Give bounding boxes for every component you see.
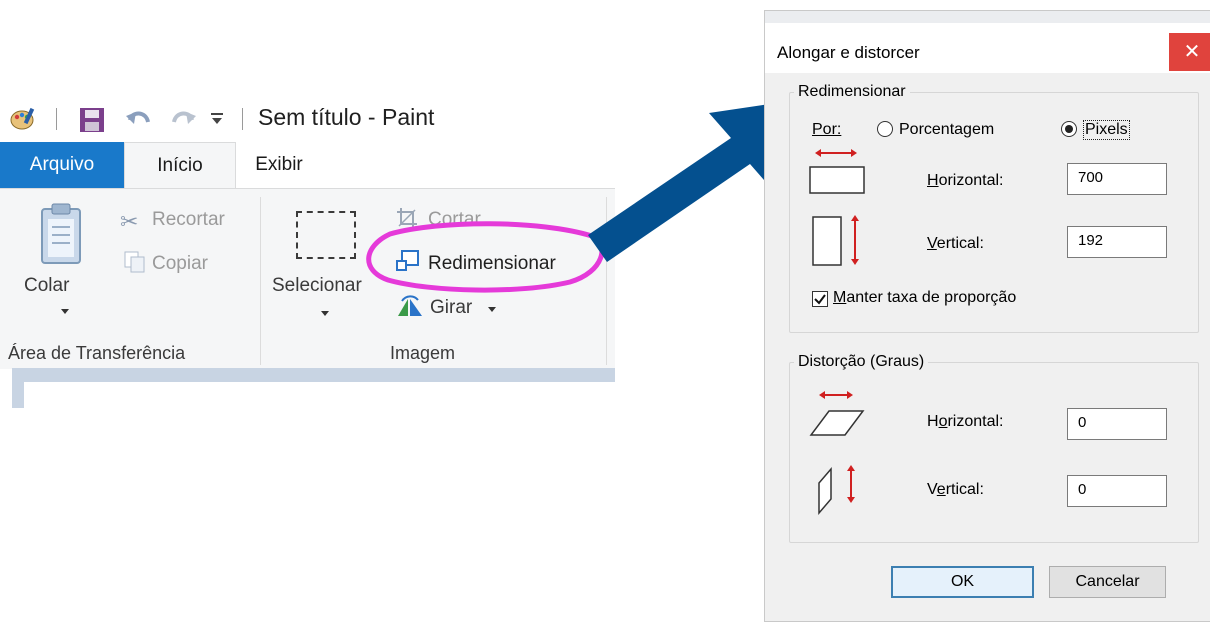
skew-horizontal-input[interactable]: 0 [1067,408,1167,440]
paste-button[interactable] [40,203,82,270]
highlight-ellipse [366,221,605,293]
close-icon: ✕ [1183,41,1201,63]
cancel-button[interactable]: Cancelar [1049,566,1166,598]
keep-aspect-ratio-checkbox[interactable] [812,291,828,307]
quick-access-toolbar: Sem título - Paint [0,100,610,140]
close-button[interactable]: ✕ [1169,33,1210,71]
select-rectangle-icon[interactable] [296,211,356,259]
skew-group-label: Distorção (Graus) [798,353,925,370]
keep-aspect-ratio-label[interactable]: Manter taxa de proporção [833,289,1016,307]
select-button[interactable]: Selecionar [272,275,362,297]
resize-horizontal-input[interactable]: 700 [1067,163,1167,195]
dialog-titlebar: Alongar e distorcer ✕ [765,23,1210,73]
copy-button[interactable]: Copiar [152,253,208,275]
resize-vertical-input[interactable]: 192 [1067,226,1167,258]
resize-horizontal-label: Horizontal: [927,172,1004,189]
tab-home[interactable]: Início [124,142,236,188]
rotate-dropdown-icon[interactable] [488,307,496,312]
customize-qat-icon[interactable] [210,110,224,133]
resize-vertical-icon [812,215,859,266]
paint-palette-icon[interactable] [10,106,36,137]
canvas-area [12,368,615,382]
select-dropdown-icon[interactable] [321,311,329,316]
skew-vertical-label: Vertical: [927,481,984,498]
undo-icon[interactable] [124,106,154,139]
scissors-icon: ✂ [120,209,139,234]
radio-pixels-label[interactable]: Pixels [1083,120,1130,140]
save-icon[interactable] [78,106,106,139]
clipboard-icon [40,203,82,269]
rotate-button[interactable]: Girar [430,297,472,319]
clipboard-group-label: Área de Transferência [8,343,186,363]
rotate-icon [396,295,426,322]
tab-view[interactable]: Exibir [236,142,322,188]
resize-group-label: Redimensionar [798,83,906,100]
dialog-title: Alongar e distorcer [777,43,920,62]
copy-icon [124,251,146,278]
paste-dropdown-icon[interactable] [61,309,69,314]
skew-horizontal-icon [809,391,865,436]
by-label: Por: [812,121,842,138]
skew-vertical-icon [818,465,855,516]
resize-horizontal-icon [809,149,865,194]
cut-button[interactable]: Recortar [152,209,225,231]
paste-label[interactable]: Colar [24,275,69,297]
ok-button[interactable]: OK [891,566,1034,598]
radio-pixels-control[interactable] [1061,121,1077,137]
checkmark-icon [814,294,826,305]
resize-vertical-label: Vertical: [927,235,984,252]
image-group-label: Imagem [390,343,456,363]
window-title: Sem título - Paint [258,104,435,130]
skew-horizontal-label: Horizontal: [927,413,1004,430]
redo-icon[interactable] [168,106,198,139]
ribbon-tabs: Arquivo Início Exibir [0,142,615,188]
skew-vertical-input[interactable]: 0 [1067,475,1167,507]
stretch-skew-dialog: Alongar e distorcer ✕ Redimensionar Por:… [764,10,1210,622]
radio-percentage-label[interactable]: Porcentagem [899,121,994,139]
tab-file[interactable]: Arquivo [0,142,124,188]
canvas-edge [12,382,24,408]
radio-percentage-control[interactable] [877,121,893,137]
